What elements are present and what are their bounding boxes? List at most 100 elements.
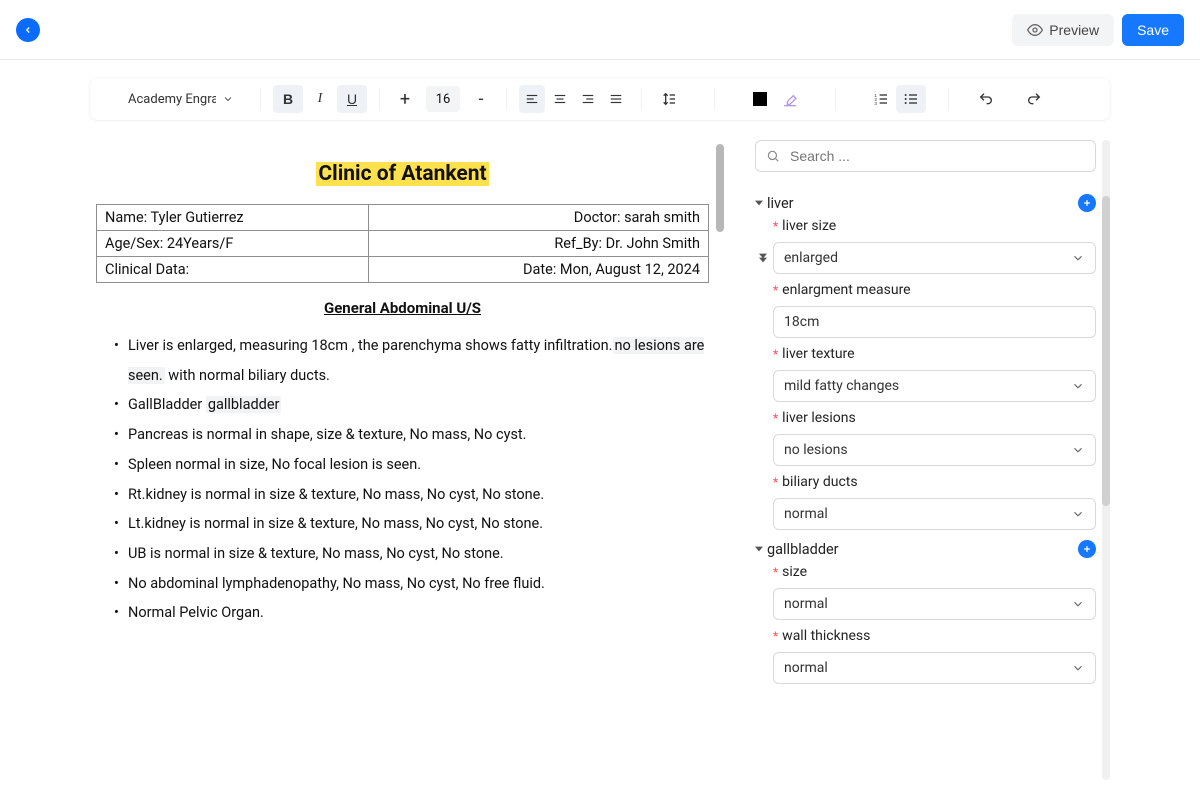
date-cell[interactable]: Date: Mon, August 12, 2024 xyxy=(369,257,709,283)
select-value: normal xyxy=(784,596,828,612)
finding-item[interactable]: Normal Pelvic Organ. xyxy=(120,598,709,628)
font-family-select[interactable]: Academy Engrav xyxy=(98,92,248,107)
align-right-button[interactable] xyxy=(575,85,601,113)
chevron-down-icon xyxy=(1071,443,1085,457)
back-button[interactable] xyxy=(16,18,40,42)
required-star-icon: * xyxy=(773,348,778,360)
unordered-list-button[interactable] xyxy=(896,85,926,113)
undo-button[interactable] xyxy=(971,85,1001,113)
select-input[interactable]: normal xyxy=(773,498,1096,530)
search-input-container[interactable] xyxy=(755,140,1096,172)
plus-icon xyxy=(1082,198,1092,208)
align-justify-button[interactable] xyxy=(603,85,629,113)
age-cell[interactable]: Age/Sex: 24Years/F xyxy=(97,231,369,257)
field-label-text: liver size xyxy=(782,218,836,234)
finding-text: Pancreas is normal in shape, size & text… xyxy=(128,426,527,443)
finding-item[interactable]: No abdominal lymphadenopathy, No mass, N… xyxy=(120,569,709,599)
sidebar-scrollbar[interactable] xyxy=(1102,140,1110,780)
preview-button[interactable]: Preview xyxy=(1012,14,1114,46)
finding-text: with normal biliary ducts. xyxy=(165,367,330,384)
divider xyxy=(835,88,836,110)
font-size-value[interactable]: 16 xyxy=(426,86,460,112)
redo-icon xyxy=(1026,91,1042,107)
field-label-text: size xyxy=(782,564,807,580)
select-input[interactable]: no lesions xyxy=(773,434,1096,466)
findings-list[interactable]: Liver is enlarged, measuring 18cm , the … xyxy=(96,331,709,628)
select-value: mild fatty changes xyxy=(784,378,899,394)
clinic-title[interactable]: Clinic of Atankent xyxy=(316,162,488,186)
finding-text: Lt.kidney is normal in size & texture, N… xyxy=(128,515,543,532)
section-fields: *sizenormal*wall thicknessnormal xyxy=(755,564,1096,684)
clinical-cell[interactable]: Clinical Data: xyxy=(97,257,369,283)
field-label-text: wall thickness xyxy=(782,628,870,644)
align-center-button[interactable] xyxy=(547,85,573,113)
redo-button[interactable] xyxy=(1019,85,1049,113)
text-input[interactable]: 18cm xyxy=(773,306,1096,338)
document-editor[interactable]: Clinic of Atankent Name: Tyler Gutierrez… xyxy=(90,140,715,800)
align-left-button[interactable] xyxy=(519,85,545,113)
section-title: liver xyxy=(767,195,794,212)
font-color-button[interactable] xyxy=(745,85,775,113)
patient-info-table: Name: Tyler Gutierrez Doctor: sarah smit… xyxy=(96,204,709,283)
table-row: Age/Sex: 24Years/F Ref_By: Dr. John Smit… xyxy=(97,231,709,257)
color-swatch-icon xyxy=(753,92,767,106)
decrease-font-button[interactable]: - xyxy=(468,89,494,110)
divider xyxy=(260,88,261,110)
section-title: gallbladder xyxy=(767,541,839,558)
section-header[interactable]: liver xyxy=(755,194,1096,212)
select-input[interactable]: mild fatty changes xyxy=(773,370,1096,402)
document-scrollbar[interactable] xyxy=(715,140,725,800)
finding-item[interactable]: GallBladder gallbladder xyxy=(120,390,709,420)
increase-font-button[interactable]: + xyxy=(392,89,418,110)
field-label: *liver lesions xyxy=(773,410,1096,426)
align-center-icon xyxy=(553,91,567,107)
finding-item[interactable]: Spleen normal in size, No focal lesion i… xyxy=(120,450,709,480)
select-value: normal xyxy=(784,506,828,522)
input-value: 18cm xyxy=(784,314,819,330)
divider xyxy=(506,88,507,110)
report-subheading[interactable]: General Abdominal U/S xyxy=(96,299,709,317)
chevron-down-icon xyxy=(1071,597,1085,611)
doctor-cell[interactable]: Doctor: sarah smith xyxy=(369,205,709,231)
search-input[interactable] xyxy=(788,147,1085,165)
finding-text: GallBladder xyxy=(128,396,206,413)
save-button[interactable]: Save xyxy=(1122,14,1184,46)
line-height-button[interactable] xyxy=(654,85,684,113)
table-row: Name: Tyler Gutierrez Doctor: sarah smit… xyxy=(97,205,709,231)
finding-item[interactable]: Liver is enlarged, measuring 18cm , the … xyxy=(120,331,709,390)
name-cell[interactable]: Name: Tyler Gutierrez xyxy=(97,205,369,231)
add-section-button[interactable] xyxy=(1078,540,1096,558)
required-star-icon: * xyxy=(773,220,778,232)
caret-down-icon xyxy=(755,199,763,207)
required-star-icon: * xyxy=(773,566,778,578)
placeholder-token[interactable]: gallbladder xyxy=(206,396,282,413)
finding-text: Spleen normal in size, No focal lesion i… xyxy=(128,456,421,473)
finding-item[interactable]: UB is normal in size & texture, No mass,… xyxy=(120,539,709,569)
align-justify-icon xyxy=(609,91,623,107)
scrollbar-thumb[interactable] xyxy=(1102,196,1110,506)
finding-item[interactable]: Lt.kidney is normal in size & texture, N… xyxy=(120,509,709,539)
chevron-down-icon xyxy=(1071,661,1085,675)
underline-button[interactable]: U xyxy=(337,85,367,113)
select-value: no lesions xyxy=(784,442,848,458)
ordered-list-button[interactable]: 123 xyxy=(866,85,896,113)
select-input[interactable]: normal xyxy=(773,652,1096,684)
align-right-icon xyxy=(581,91,595,107)
finding-item[interactable]: Rt.kidney is normal in size & texture, N… xyxy=(120,480,709,510)
required-star-icon: * xyxy=(773,476,778,488)
field-label: *liver texture xyxy=(773,346,1096,362)
select-input[interactable]: enlarged xyxy=(773,242,1096,274)
italic-button[interactable]: I xyxy=(305,85,335,113)
field-label: *enlargment measure xyxy=(773,282,1096,298)
bold-button[interactable]: B xyxy=(273,85,303,113)
highlight-color-button[interactable] xyxy=(775,85,805,113)
section-header[interactable]: gallbladder xyxy=(755,540,1096,558)
finding-item[interactable]: Pancreas is normal in shape, size & text… xyxy=(120,420,709,450)
scrollbar-thumb[interactable] xyxy=(716,144,724,232)
add-section-button[interactable] xyxy=(1078,194,1096,212)
required-star-icon: * xyxy=(773,412,778,424)
select-input[interactable]: normal xyxy=(773,588,1096,620)
search-icon xyxy=(766,149,780,163)
chevron-left-icon xyxy=(23,25,33,35)
ref-cell[interactable]: Ref_By: Dr. John Smith xyxy=(369,231,709,257)
